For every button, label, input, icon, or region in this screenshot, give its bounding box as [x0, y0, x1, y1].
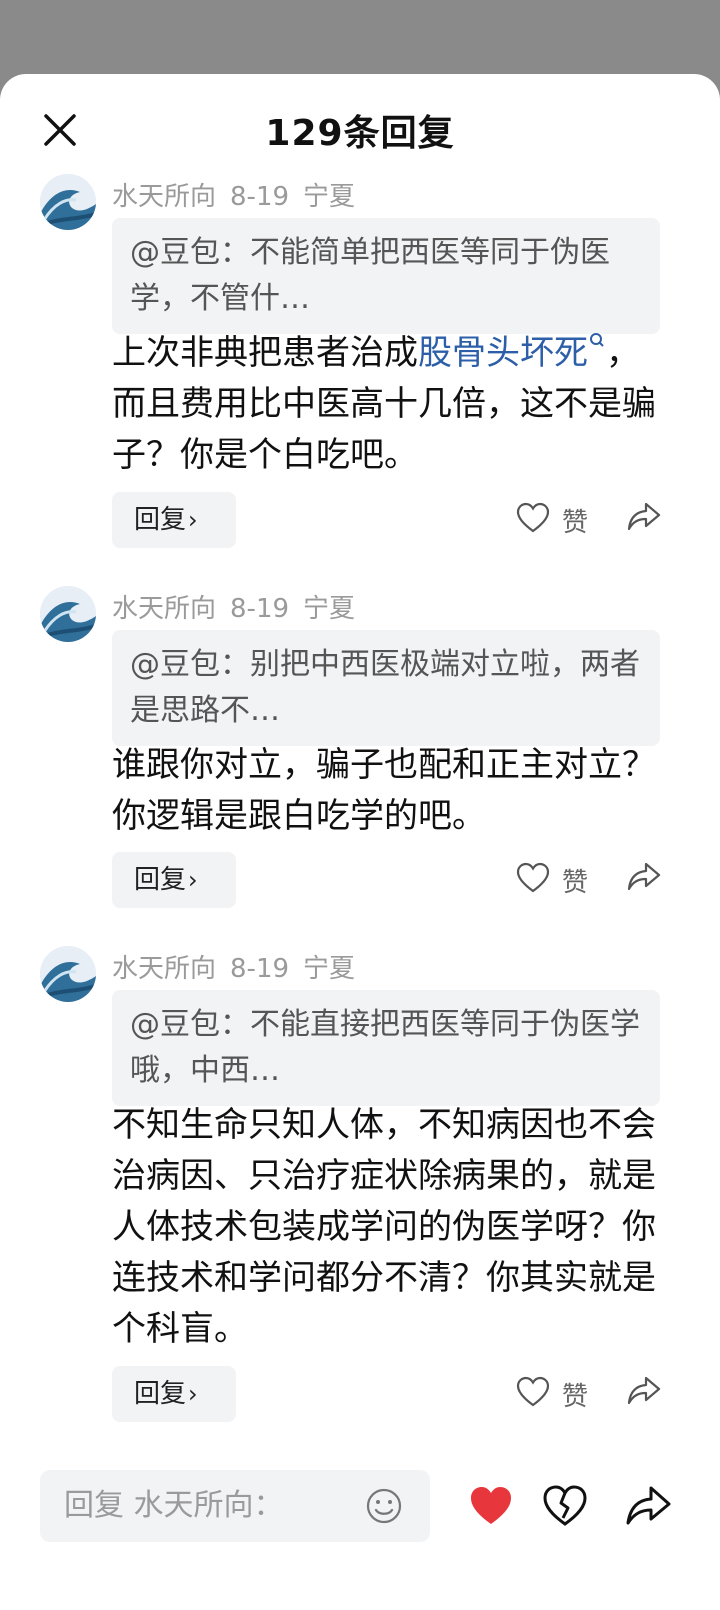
heart-outline-icon — [516, 862, 550, 893]
comment-location: 宁夏 — [303, 954, 356, 984]
chevron-right-icon: › — [188, 866, 198, 894]
reply-button[interactable]: 回复› — [112, 1366, 236, 1422]
share-icon[interactable] — [626, 1374, 666, 1414]
broken-heart-icon[interactable] — [542, 1484, 588, 1528]
comment-date: 8-19 — [230, 182, 290, 212]
like-label: 赞 — [562, 868, 589, 898]
heart-filled-icon[interactable] — [468, 1484, 514, 1528]
comment-meta: 水天所向 8-19 宁夏 — [112, 588, 369, 625]
like-button[interactable]: 赞 — [516, 500, 596, 540]
reply-input-placeholder: 回复 水天所向： — [64, 1488, 284, 1523]
avatar[interactable] — [40, 586, 96, 642]
comment-text-part: 上次非典把患者治成 — [112, 333, 418, 373]
replies-sheet: 129条回复 水天所向 8-19 宁夏 @豆包：不能简单把西医等同于伪医学，不管什…… — [0, 74, 720, 1610]
sheet-header: 129条回复 — [0, 74, 720, 184]
chevron-right-icon: › — [188, 506, 198, 534]
like-button[interactable]: 赞 — [516, 860, 596, 900]
avatar[interactable] — [40, 946, 96, 1002]
page-title: 129条回复 — [265, 113, 455, 154]
comment-location: 宁夏 — [303, 594, 356, 624]
author-name[interactable]: 水天所向 — [112, 182, 216, 212]
comment-text: 不知生命只知人体，不知病因也不会治病因、只治疗症状除病果的，就是人体技术包装成学… — [112, 1105, 656, 1349]
avatar[interactable] — [40, 174, 96, 230]
share-icon[interactable] — [626, 500, 666, 540]
search-icon — [590, 333, 604, 347]
heart-outline-icon — [516, 502, 550, 533]
comment-meta: 水天所向 8-19 宁夏 — [112, 176, 369, 213]
author-name[interactable]: 水天所向 — [112, 954, 216, 984]
like-label: 赞 — [562, 1382, 589, 1412]
search-link-label: 股骨头坏死 — [418, 333, 588, 373]
emoji-icon[interactable] — [364, 1486, 404, 1526]
quoted-reply[interactable]: @豆包：不能直接把西医等同于伪医学哦，中西… — [112, 990, 660, 1106]
search-link[interactable]: 股骨头坏死 — [418, 333, 606, 373]
reply-button-label: 回复 — [134, 505, 187, 535]
bottom-reply-bar: 回复 水天所向： — [0, 1470, 720, 1610]
author-name[interactable]: 水天所向 — [112, 594, 216, 624]
comment-text: 谁跟你对立，骗子也配和正主对立？你逻辑是跟白吃学的吧。 — [112, 745, 656, 836]
comment-text: 上次非典把患者治成股骨头坏死 ，而且费用比中医高十几倍，这不是骗子？你是个白吃吧。 — [112, 328, 672, 481]
reply-button[interactable]: 回复› — [112, 852, 236, 908]
comment-location: 宁夏 — [303, 182, 356, 212]
share-arrow-icon[interactable] — [624, 1484, 672, 1528]
share-icon[interactable] — [626, 860, 666, 900]
quoted-reply[interactable]: @豆包：不能简单把西医等同于伪医学，不管什… — [112, 218, 660, 334]
comment-date: 8-19 — [230, 594, 290, 624]
heart-outline-icon — [516, 1376, 550, 1407]
like-label: 赞 — [562, 508, 589, 538]
comment-meta: 水天所向 8-19 宁夏 — [112, 948, 369, 985]
reply-button-label: 回复 — [134, 1379, 187, 1409]
reply-button[interactable]: 回复› — [112, 492, 236, 548]
like-button[interactable]: 赞 — [516, 1374, 596, 1414]
chevron-right-icon: › — [188, 1380, 198, 1408]
comment-date: 8-19 — [230, 954, 290, 984]
quoted-reply[interactable]: @豆包：别把中西医极端对立啦，两者是思路不… — [112, 630, 660, 746]
reply-button-label: 回复 — [134, 865, 187, 895]
